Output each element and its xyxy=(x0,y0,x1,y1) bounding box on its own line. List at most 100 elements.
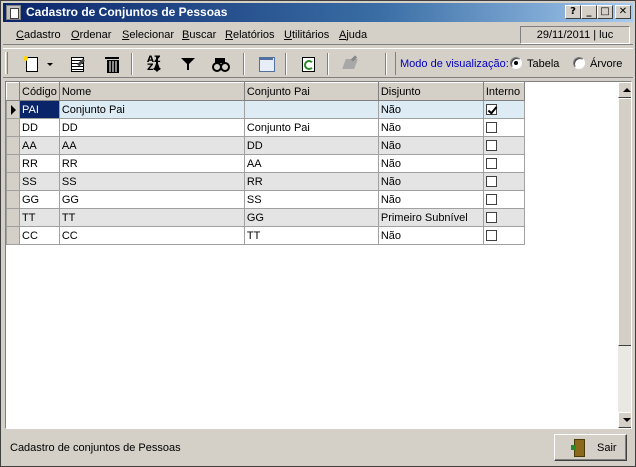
delete-button[interactable] xyxy=(101,53,123,75)
app-icon[interactable] xyxy=(6,5,21,20)
cell-codigo[interactable]: RR xyxy=(19,154,60,173)
interno-checkbox[interactable] xyxy=(485,230,497,242)
interno-checkbox[interactable] xyxy=(485,176,497,188)
vertical-scrollbar[interactable] xyxy=(618,82,631,428)
row-indicator-cell[interactable] xyxy=(6,226,20,245)
radio-tabela[interactable] xyxy=(510,57,522,69)
menu-relatorios[interactable]: Relatórios xyxy=(225,29,275,41)
toolbar-grip[interactable] xyxy=(5,52,8,74)
cell-pai[interactable]: Conjunto Pai xyxy=(243,118,379,137)
cell-nome[interactable]: RR xyxy=(58,154,245,173)
cell-pai[interactable]: RR xyxy=(243,172,379,191)
menu-cadastro[interactable]: Cadastro xyxy=(16,29,61,41)
find-button[interactable] xyxy=(209,53,231,75)
cell-nome[interactable]: TT xyxy=(58,208,245,227)
close-button[interactable]: ✕ xyxy=(615,5,631,19)
cell-pai[interactable]: DD xyxy=(243,136,379,155)
cell-interno[interactable] xyxy=(482,190,525,209)
cell-nome[interactable]: SS xyxy=(58,172,245,191)
cell-pai[interactable]: AA xyxy=(243,154,379,173)
scroll-down-button[interactable] xyxy=(618,412,631,428)
title-bar[interactable]: Cadastro de Conjuntos de Pessoas ? _ □ ✕ xyxy=(3,3,633,22)
edit-button[interactable] xyxy=(66,53,88,75)
table-row[interactable]: GG GG SS Não xyxy=(6,190,525,209)
table-row[interactable]: AA AA DD Não xyxy=(6,136,525,155)
row-indicator-cell[interactable] xyxy=(6,208,20,227)
table-row[interactable]: RR RR AA Não xyxy=(6,154,525,173)
refresh-button[interactable] xyxy=(297,53,319,75)
radio-arvore-label[interactable]: Árvore xyxy=(590,58,622,70)
interno-checkbox[interactable] xyxy=(485,212,497,224)
new-dropdown-arrow-icon[interactable] xyxy=(47,63,53,66)
interno-checkbox[interactable] xyxy=(485,158,497,170)
cell-nome[interactable]: DD xyxy=(58,118,245,137)
cell-codigo[interactable]: DD xyxy=(19,118,60,137)
cell-interno[interactable] xyxy=(482,208,525,227)
cell-disjunto[interactable]: Não xyxy=(377,172,484,191)
cell-nome[interactable]: GG xyxy=(58,190,245,209)
interno-checkbox[interactable] xyxy=(485,104,497,116)
row-indicator-cell[interactable] xyxy=(6,172,20,191)
menu-utilitarios[interactable]: Utilitários xyxy=(284,29,329,41)
cell-codigo[interactable]: SS xyxy=(19,172,60,191)
cell-nome[interactable]: Conjunto Pai xyxy=(58,100,245,119)
scroll-thumb[interactable] xyxy=(618,98,631,346)
table-row[interactable]: TT TT GG Primeiro Subnível xyxy=(6,208,525,227)
cell-disjunto[interactable]: Não xyxy=(377,190,484,209)
scroll-up-button[interactable] xyxy=(618,82,631,98)
cell-nome[interactable]: CC xyxy=(58,226,245,245)
cell-pai[interactable]: TT xyxy=(243,226,379,245)
cell-interno[interactable] xyxy=(482,136,525,155)
cell-nome[interactable]: AA xyxy=(58,136,245,155)
cell-codigo[interactable]: TT xyxy=(19,208,60,227)
cell-codigo[interactable]: GG xyxy=(19,190,60,209)
interno-checkbox[interactable] xyxy=(485,140,497,152)
filter-button[interactable] xyxy=(177,53,199,75)
column-header-disjunto[interactable]: Disjunto xyxy=(377,82,484,101)
cell-interno[interactable] xyxy=(482,226,525,245)
cell-disjunto[interactable]: Não xyxy=(377,136,484,155)
table-row[interactable]: PAI Conjunto Pai Não xyxy=(6,100,525,119)
menu-selecionar[interactable]: Selecionar xyxy=(122,29,174,41)
minimize-button[interactable]: _ xyxy=(581,5,597,19)
column-header-interno[interactable]: Interno xyxy=(482,82,525,101)
cell-disjunto[interactable]: Primeiro Subnível xyxy=(377,208,484,227)
view-button[interactable] xyxy=(255,53,277,75)
table-row[interactable]: CC CC TT Não xyxy=(6,226,525,245)
table-row[interactable]: DD DD Conjunto Pai Não xyxy=(6,118,525,137)
cell-interno[interactable] xyxy=(482,172,525,191)
data-grid[interactable]: Código Nome Conjunto Pai Disjunto Intern… xyxy=(5,81,632,429)
cell-disjunto[interactable]: Não xyxy=(377,118,484,137)
cell-interno[interactable] xyxy=(482,118,525,137)
cell-disjunto[interactable]: Não xyxy=(377,154,484,173)
menu-ordenar[interactable]: Ordenar xyxy=(71,29,111,41)
row-indicator-cell[interactable] xyxy=(6,136,20,155)
cell-pai[interactable]: GG xyxy=(243,208,379,227)
cell-codigo[interactable]: PAI xyxy=(19,100,60,119)
new-button[interactable] xyxy=(20,53,42,75)
help-button[interactable]: ? xyxy=(565,5,581,19)
cell-pai[interactable] xyxy=(243,100,379,119)
radio-arvore[interactable] xyxy=(573,57,585,69)
column-header-nome[interactable]: Nome xyxy=(58,82,245,101)
cell-disjunto[interactable]: Não xyxy=(377,226,484,245)
column-header-conjunto-pai[interactable]: Conjunto Pai xyxy=(243,82,379,101)
cell-interno[interactable] xyxy=(482,154,525,173)
cell-disjunto[interactable]: Não xyxy=(377,100,484,119)
column-header-codigo[interactable]: Código xyxy=(19,82,60,101)
row-indicator-cell[interactable] xyxy=(6,100,20,119)
row-indicator-cell[interactable] xyxy=(6,118,20,137)
radio-tabela-label[interactable]: Tabela xyxy=(527,58,559,70)
menu-ajuda[interactable]: Ajuda xyxy=(339,29,367,41)
cell-codigo[interactable]: AA xyxy=(19,136,60,155)
interno-checkbox[interactable] xyxy=(485,194,497,206)
row-indicator-cell[interactable] xyxy=(6,190,20,209)
interno-checkbox[interactable] xyxy=(485,122,497,134)
cell-codigo[interactable]: CC xyxy=(19,226,60,245)
cell-interno[interactable] xyxy=(482,100,525,119)
cell-pai[interactable]: SS xyxy=(243,190,379,209)
table-row[interactable]: SS SS RR Não xyxy=(6,172,525,191)
row-indicator-cell[interactable] xyxy=(6,154,20,173)
menu-buscar[interactable]: Buscar xyxy=(182,29,216,41)
sort-button[interactable]: AZ ZA xyxy=(143,53,165,75)
